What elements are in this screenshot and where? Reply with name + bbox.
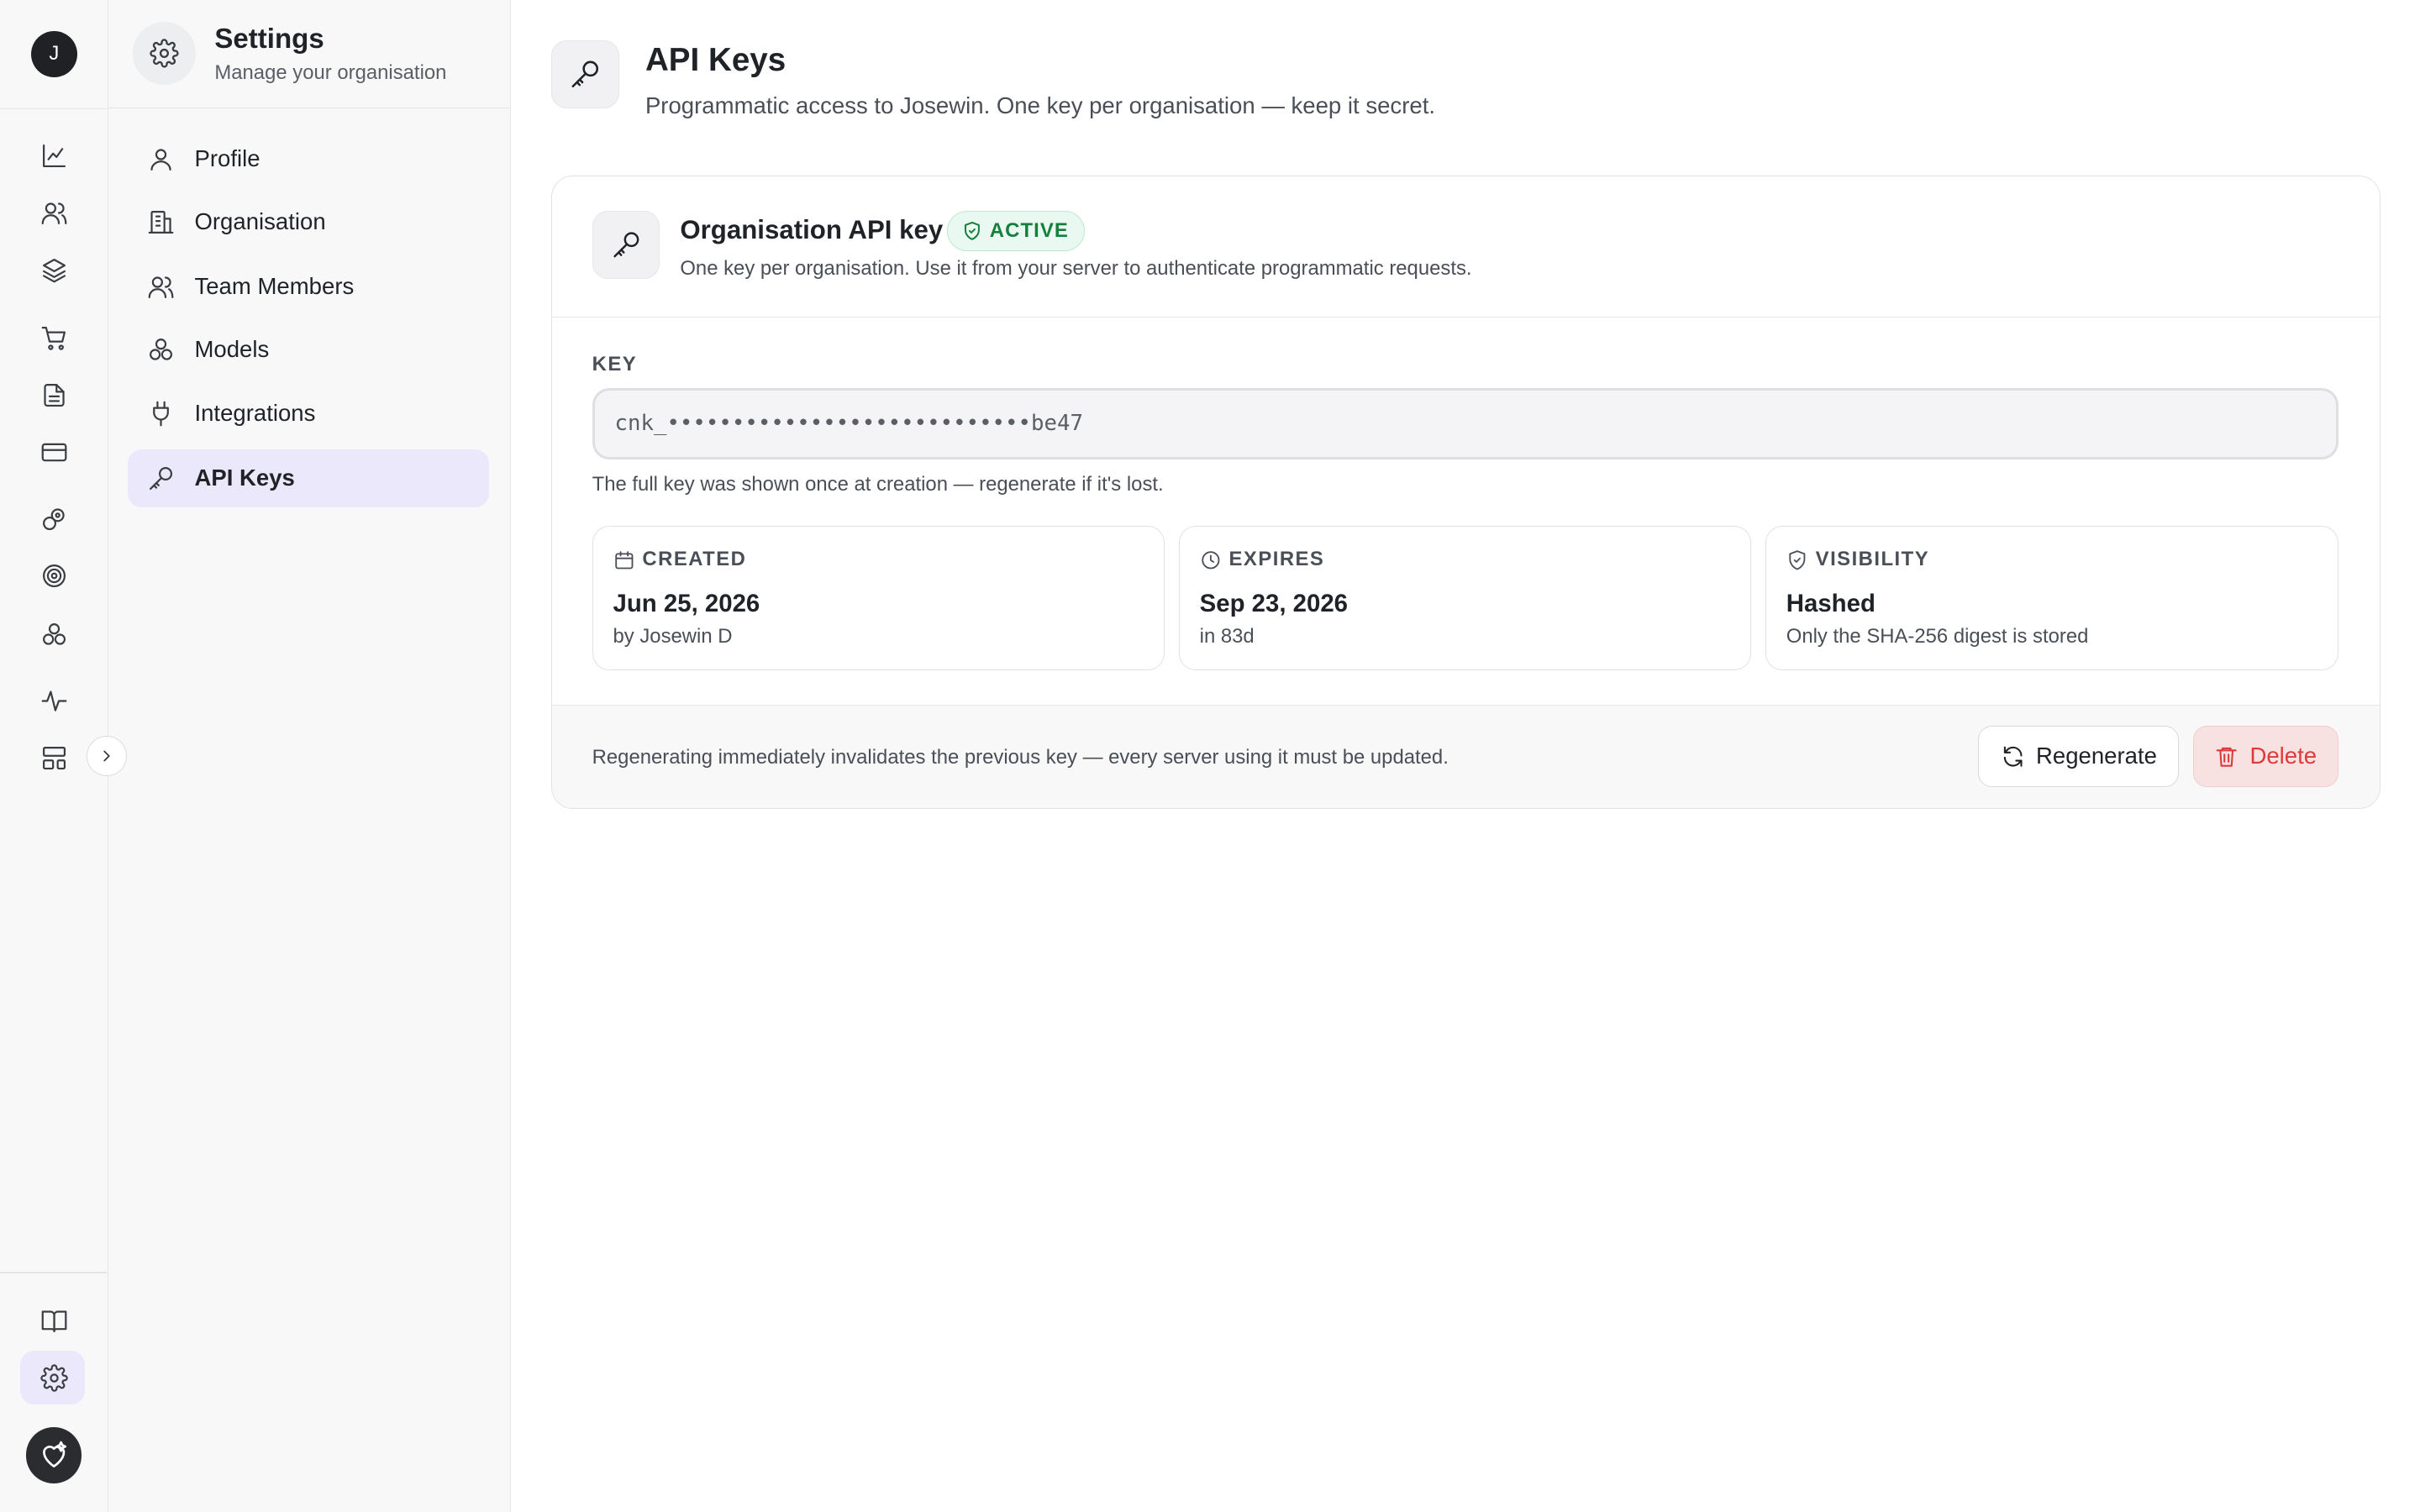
visibility-value: Hashed	[1786, 589, 1876, 617]
sidebar-item-label: Models	[194, 336, 270, 363]
clock-icon	[1201, 550, 1220, 569]
sidebar-item-models[interactable]: Models	[128, 321, 489, 380]
sidebar-item-team-members[interactable]: Team Members	[128, 258, 489, 317]
shield-check-icon	[1789, 549, 1806, 570]
credit-card-icon[interactable]	[37, 435, 71, 469]
refresh-icon	[2003, 746, 2023, 767]
cart-icon[interactable]	[37, 321, 71, 354]
page-subtitle: Programmatic access to Josewin. One key …	[644, 92, 1436, 119]
sidebar-item-label: Organisation	[194, 208, 326, 234]
visibility-detail: Only the SHA-256 digest is stored	[1786, 625, 2089, 648]
expires-label-row: EXPIRES	[1200, 548, 1325, 571]
document-icon[interactable]	[37, 378, 71, 412]
brand-logo[interactable]	[26, 1427, 82, 1483]
shield-check-icon	[964, 221, 980, 240]
delete-button[interactable]: Delete	[2192, 725, 2338, 788]
sidebar-title: Settings	[214, 23, 324, 55]
sidebar-item-organisation[interactable]: Organisation	[128, 193, 489, 252]
visibility-label: VISIBILITY	[1815, 548, 1930, 571]
key-icon	[147, 465, 175, 492]
layout-icon[interactable]	[37, 741, 71, 774]
key-icon	[550, 39, 619, 108]
card-title: Organisation API key	[680, 215, 944, 245]
rail-divider	[0, 108, 107, 110]
key-label: KEY	[592, 352, 638, 375]
key-icon	[592, 210, 660, 279]
delete-label: Delete	[2249, 743, 2317, 769]
created-info-card: CREATED Jun 25, 2026 by Josewin D	[592, 525, 1165, 671]
regenerate-button[interactable]: Regenerate	[1978, 725, 2180, 788]
sidebar-subtitle: Manage your organisation	[214, 61, 447, 85]
status-label: ACTIVE	[989, 218, 1069, 242]
card-description: One key per organisation. Use it from yo…	[680, 256, 1472, 280]
gear-icon	[132, 21, 197, 86]
calendar-icon	[614, 550, 633, 569]
settings-icon[interactable]	[37, 1361, 71, 1394]
rail-divider	[0, 1271, 107, 1273]
expires-info-card: EXPIRES Sep 23, 2026 in 83d	[1178, 525, 1752, 671]
users-icon	[147, 273, 175, 301]
regenerate-label: Regenerate	[2035, 743, 2157, 769]
expires-countdown: in 83d	[1199, 625, 1255, 648]
building-icon	[147, 208, 175, 236]
created-date: Jun 25, 2026	[613, 589, 760, 617]
page-title: API Keys	[644, 41, 786, 78]
expand-sidebar-button[interactable]	[86, 736, 127, 777]
sidebar-item-label: API Keys	[194, 464, 295, 491]
api-key-card: Organisation API key ACTIVE One key per …	[550, 176, 2381, 809]
user-icon	[147, 145, 175, 173]
expires-label: EXPIRES	[1228, 548, 1325, 571]
created-label: CREATED	[642, 548, 747, 571]
key-hint: The full key was shown once at creation …	[592, 473, 1164, 496]
sidebar-item-label: Team Members	[194, 273, 355, 300]
target-icon[interactable]	[37, 559, 71, 592]
created-label-row: CREATED	[613, 548, 747, 571]
user-avatar[interactable]: J	[30, 30, 77, 77]
created-by: by Josewin D	[613, 625, 733, 648]
sidebar-item-integrations[interactable]: Integrations	[128, 384, 489, 443]
plug-icon	[147, 400, 175, 428]
sidebar-item-label: Profile	[194, 144, 260, 171]
settings-sidebar: Settings Manage your organisation Profil…	[108, 0, 512, 1512]
models-icon	[147, 336, 175, 364]
api-key-field[interactable]: cnk_••••••••••••••••••••••••••••be47	[592, 388, 2338, 459]
sidebar-item-label: Integrations	[194, 399, 316, 426]
sidebar-item-profile[interactable]: Profile	[128, 129, 489, 188]
visibility-info-card: VISIBILITY Hashed Only the SHA-256 diges…	[1765, 525, 2338, 671]
status-badge: ACTIVE	[947, 210, 1086, 251]
sidebar-item-api-keys[interactable]: API Keys	[128, 449, 490, 508]
link-icon[interactable]	[37, 501, 71, 535]
layers-icon[interactable]	[37, 253, 71, 286]
expires-date: Sep 23, 2026	[1199, 589, 1349, 617]
book-icon[interactable]	[37, 1304, 71, 1337]
sidebar-header: Settings Manage your organisation	[108, 0, 510, 108]
chart-line-icon[interactable]	[37, 139, 71, 172]
users-icon[interactable]	[37, 196, 71, 229]
activity-icon[interactable]	[37, 684, 71, 717]
visibility-label-row: VISIBILITY	[1786, 548, 1929, 571]
models-icon[interactable]	[37, 617, 71, 651]
trash-icon	[2216, 747, 2237, 767]
card-header: Organisation API key ACTIVE One key per …	[551, 176, 2380, 318]
card-footer: Regenerating immediately invalidates the…	[551, 704, 2380, 808]
regenerate-warning: Regenerating immediately invalidates the…	[592, 745, 1449, 769]
